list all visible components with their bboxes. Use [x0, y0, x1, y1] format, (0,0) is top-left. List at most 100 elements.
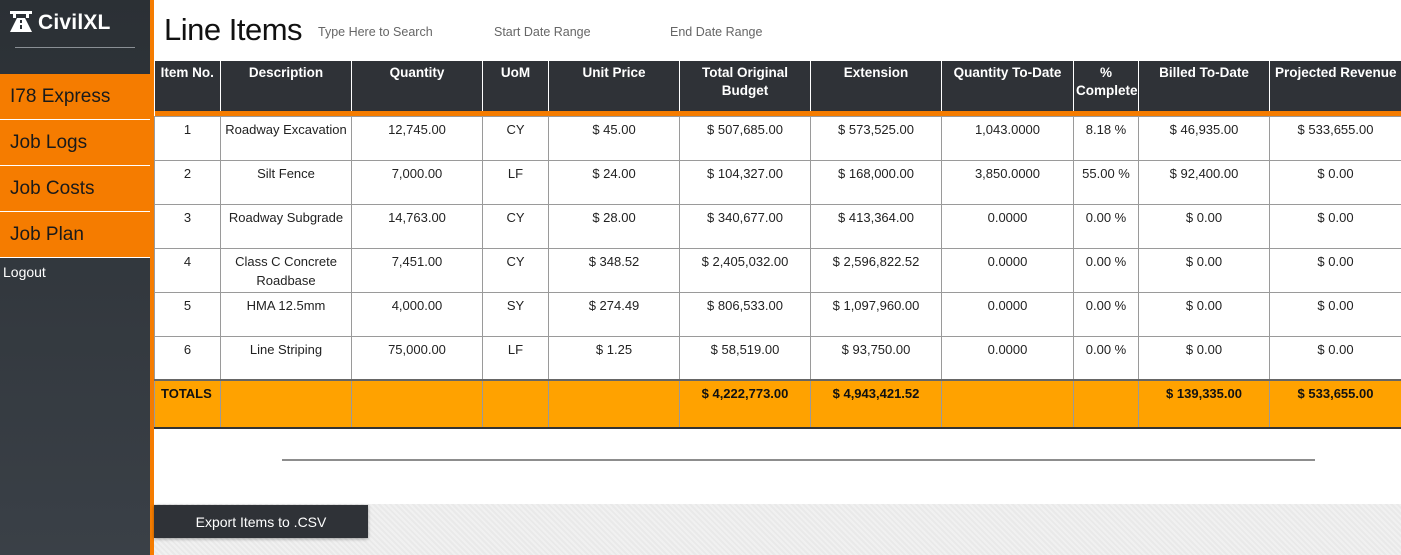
cell-quantity: 75,000.00 [351, 335, 483, 381]
cell-description: Roadway Subgrade [220, 203, 352, 249]
table-row[interactable]: 2 Silt Fence 7,000.00 LF $ 24.00 $ 104,327.00… [154, 159, 1401, 205]
totals-projected-revenue: $ 533,655.00 [1269, 379, 1401, 429]
cell-extension: $ 413,364.00 [810, 203, 942, 249]
cell-item-no: 3 [154, 203, 221, 249]
cell-unit-price: $ 24.00 [548, 159, 680, 205]
column-header-percent-complete[interactable]: % Complete [1073, 61, 1139, 111]
cell-extension: $ 573,525.00 [810, 115, 942, 161]
table-body: 1 Roadway Excavation 12,745.00 CY $ 45.00 $ 5… [154, 115, 1401, 429]
column-header-quantity[interactable]: Quantity [351, 61, 483, 111]
totals-quantity [351, 379, 483, 429]
cell-total-original-budget: $ 2,405,032.00 [679, 247, 811, 293]
table-row[interactable]: 6 Line Striping 75,000.00 LF $ 1.25 $ 58,519.… [154, 335, 1401, 381]
sidebar-item-label: I78 Express [10, 85, 111, 107]
end-date-input[interactable] [670, 22, 830, 42]
cell-uom: CY [482, 247, 549, 293]
cell-quantity: 7,451.00 [351, 247, 483, 293]
column-header-extension[interactable]: Extension [810, 61, 942, 111]
cell-extension: $ 2,596,822.52 [810, 247, 942, 293]
sidebar-item-label: Job Plan [10, 223, 84, 245]
sidebar-item-job-plan[interactable]: Job Plan [0, 212, 150, 258]
cell-percent-complete: 8.18 % [1073, 115, 1139, 161]
cell-description: HMA 12.5mm [220, 291, 352, 337]
cell-item-no: 4 [154, 247, 221, 293]
logo[interactable]: CivilXL [8, 8, 111, 38]
column-header-item-no[interactable]: Item No. [154, 61, 221, 111]
cell-quantity: 4,000.00 [351, 291, 483, 337]
cell-percent-complete: 0.00 % [1073, 335, 1139, 381]
export-csv-button[interactable]: Export Items to .CSV [154, 505, 368, 538]
cell-quantity: 7,000.00 [351, 159, 483, 205]
cell-total-original-budget: $ 340,677.00 [679, 203, 811, 249]
cell-percent-complete: 0.00 % [1073, 203, 1139, 249]
cell-item-no: 5 [154, 291, 221, 337]
cell-unit-price: $ 1.25 [548, 335, 680, 381]
totals-description [220, 379, 352, 429]
search-input[interactable] [318, 22, 478, 42]
cell-quantity-to-date: 1,043.0000 [941, 115, 1074, 161]
cell-uom: CY [482, 203, 549, 249]
sidebar-item-job-costs[interactable]: Job Costs [0, 166, 150, 212]
column-header-unit-price[interactable]: Unit Price [548, 61, 680, 111]
cell-extension: $ 1,097,960.00 [810, 291, 942, 337]
cell-projected-revenue: $ 533,655.00 [1269, 115, 1401, 161]
cell-uom: LF [482, 335, 549, 381]
sidebar-nav: I78 Express Job Logs Job Costs Job Plan [0, 74, 150, 258]
cell-extension: $ 93,750.00 [810, 335, 942, 381]
logo-text: CivilXL [38, 11, 111, 34]
cell-total-original-budget: $ 58,519.00 [679, 335, 811, 381]
section-divider [282, 459, 1315, 461]
cell-quantity: 12,745.00 [351, 115, 483, 161]
cell-percent-complete: 55.00 % [1073, 159, 1139, 205]
sidebar-item-i78-express[interactable]: I78 Express [0, 74, 150, 120]
highway-icon [8, 9, 34, 38]
totals-label: TOTALS [154, 379, 221, 429]
column-header-uom[interactable]: UoM [482, 61, 549, 111]
table-row[interactable]: 3 Roadway Subgrade 14,763.00 CY $ 28.00 $ 340… [154, 203, 1401, 249]
page-title: Line Items [164, 12, 303, 47]
logo-divider [15, 47, 135, 48]
cell-description: Line Striping [220, 335, 352, 381]
cell-description: Roadway Excavation [220, 115, 352, 161]
column-header-description[interactable]: Description [220, 61, 352, 111]
cell-extension: $ 168,000.00 [810, 159, 942, 205]
cell-item-no: 1 [154, 115, 221, 161]
cell-quantity-to-date: 3,850.0000 [941, 159, 1074, 205]
totals-total-original-budget: $ 4,222,773.00 [679, 379, 811, 429]
totals-extension: $ 4,943,421.52 [810, 379, 942, 429]
cell-percent-complete: 0.00 % [1073, 247, 1139, 293]
cell-billed-to-date: $ 0.00 [1138, 291, 1270, 337]
table-row[interactable]: 1 Roadway Excavation 12,745.00 CY $ 45.00 $ 5… [154, 115, 1401, 161]
table-row[interactable]: 4 Class C Concrete Roadbase 7,451.00 CY $ 34… [154, 247, 1401, 293]
cell-projected-revenue: $ 0.00 [1269, 335, 1401, 381]
table-row[interactable]: 5 HMA 12.5mm 4,000.00 SY $ 274.49 $ 806,533.0… [154, 291, 1401, 337]
column-header-total-original-budget[interactable]: Total Original Budget [679, 61, 811, 111]
cell-unit-price: $ 274.49 [548, 291, 680, 337]
cell-projected-revenue: $ 0.00 [1269, 203, 1401, 249]
cell-billed-to-date: $ 0.00 [1138, 203, 1270, 249]
cell-quantity: 14,763.00 [351, 203, 483, 249]
logout-link[interactable]: Logout [3, 264, 46, 280]
cell-unit-price: $ 45.00 [548, 115, 680, 161]
cell-description: Silt Fence [220, 159, 352, 205]
cell-projected-revenue: $ 0.00 [1269, 291, 1401, 337]
sidebar-item-job-logs[interactable]: Job Logs [0, 120, 150, 166]
cell-description: Class C Concrete Roadbase [220, 247, 352, 293]
cell-quantity-to-date: 0.0000 [941, 291, 1074, 337]
cell-unit-price: $ 28.00 [548, 203, 680, 249]
start-date-input[interactable] [494, 22, 654, 42]
table-header: Item No. Description Quantity UoM Unit Price… [154, 61, 1401, 116]
cell-billed-to-date: $ 0.00 [1138, 335, 1270, 381]
column-header-projected-revenue[interactable]: Projected Revenue [1269, 61, 1401, 111]
line-items-table-container: Item No. Description Quantity UoM Unit Price… [154, 61, 1401, 429]
column-header-quantity-to-date[interactable]: Quantity To-Date [941, 61, 1074, 111]
cell-billed-to-date: $ 0.00 [1138, 247, 1270, 293]
cell-unit-price: $ 348.52 [548, 247, 680, 293]
cell-item-no: 2 [154, 159, 221, 205]
totals-billed-to-date: $ 139,335.00 [1138, 379, 1270, 429]
totals-quantity-to-date [941, 379, 1074, 429]
sidebar: CivilXL I78 Express Job Logs Job Costs J… [0, 0, 150, 555]
column-header-billed-to-date[interactable]: Billed To-Date [1138, 61, 1270, 111]
cell-uom: CY [482, 115, 549, 161]
cell-total-original-budget: $ 507,685.00 [679, 115, 811, 161]
